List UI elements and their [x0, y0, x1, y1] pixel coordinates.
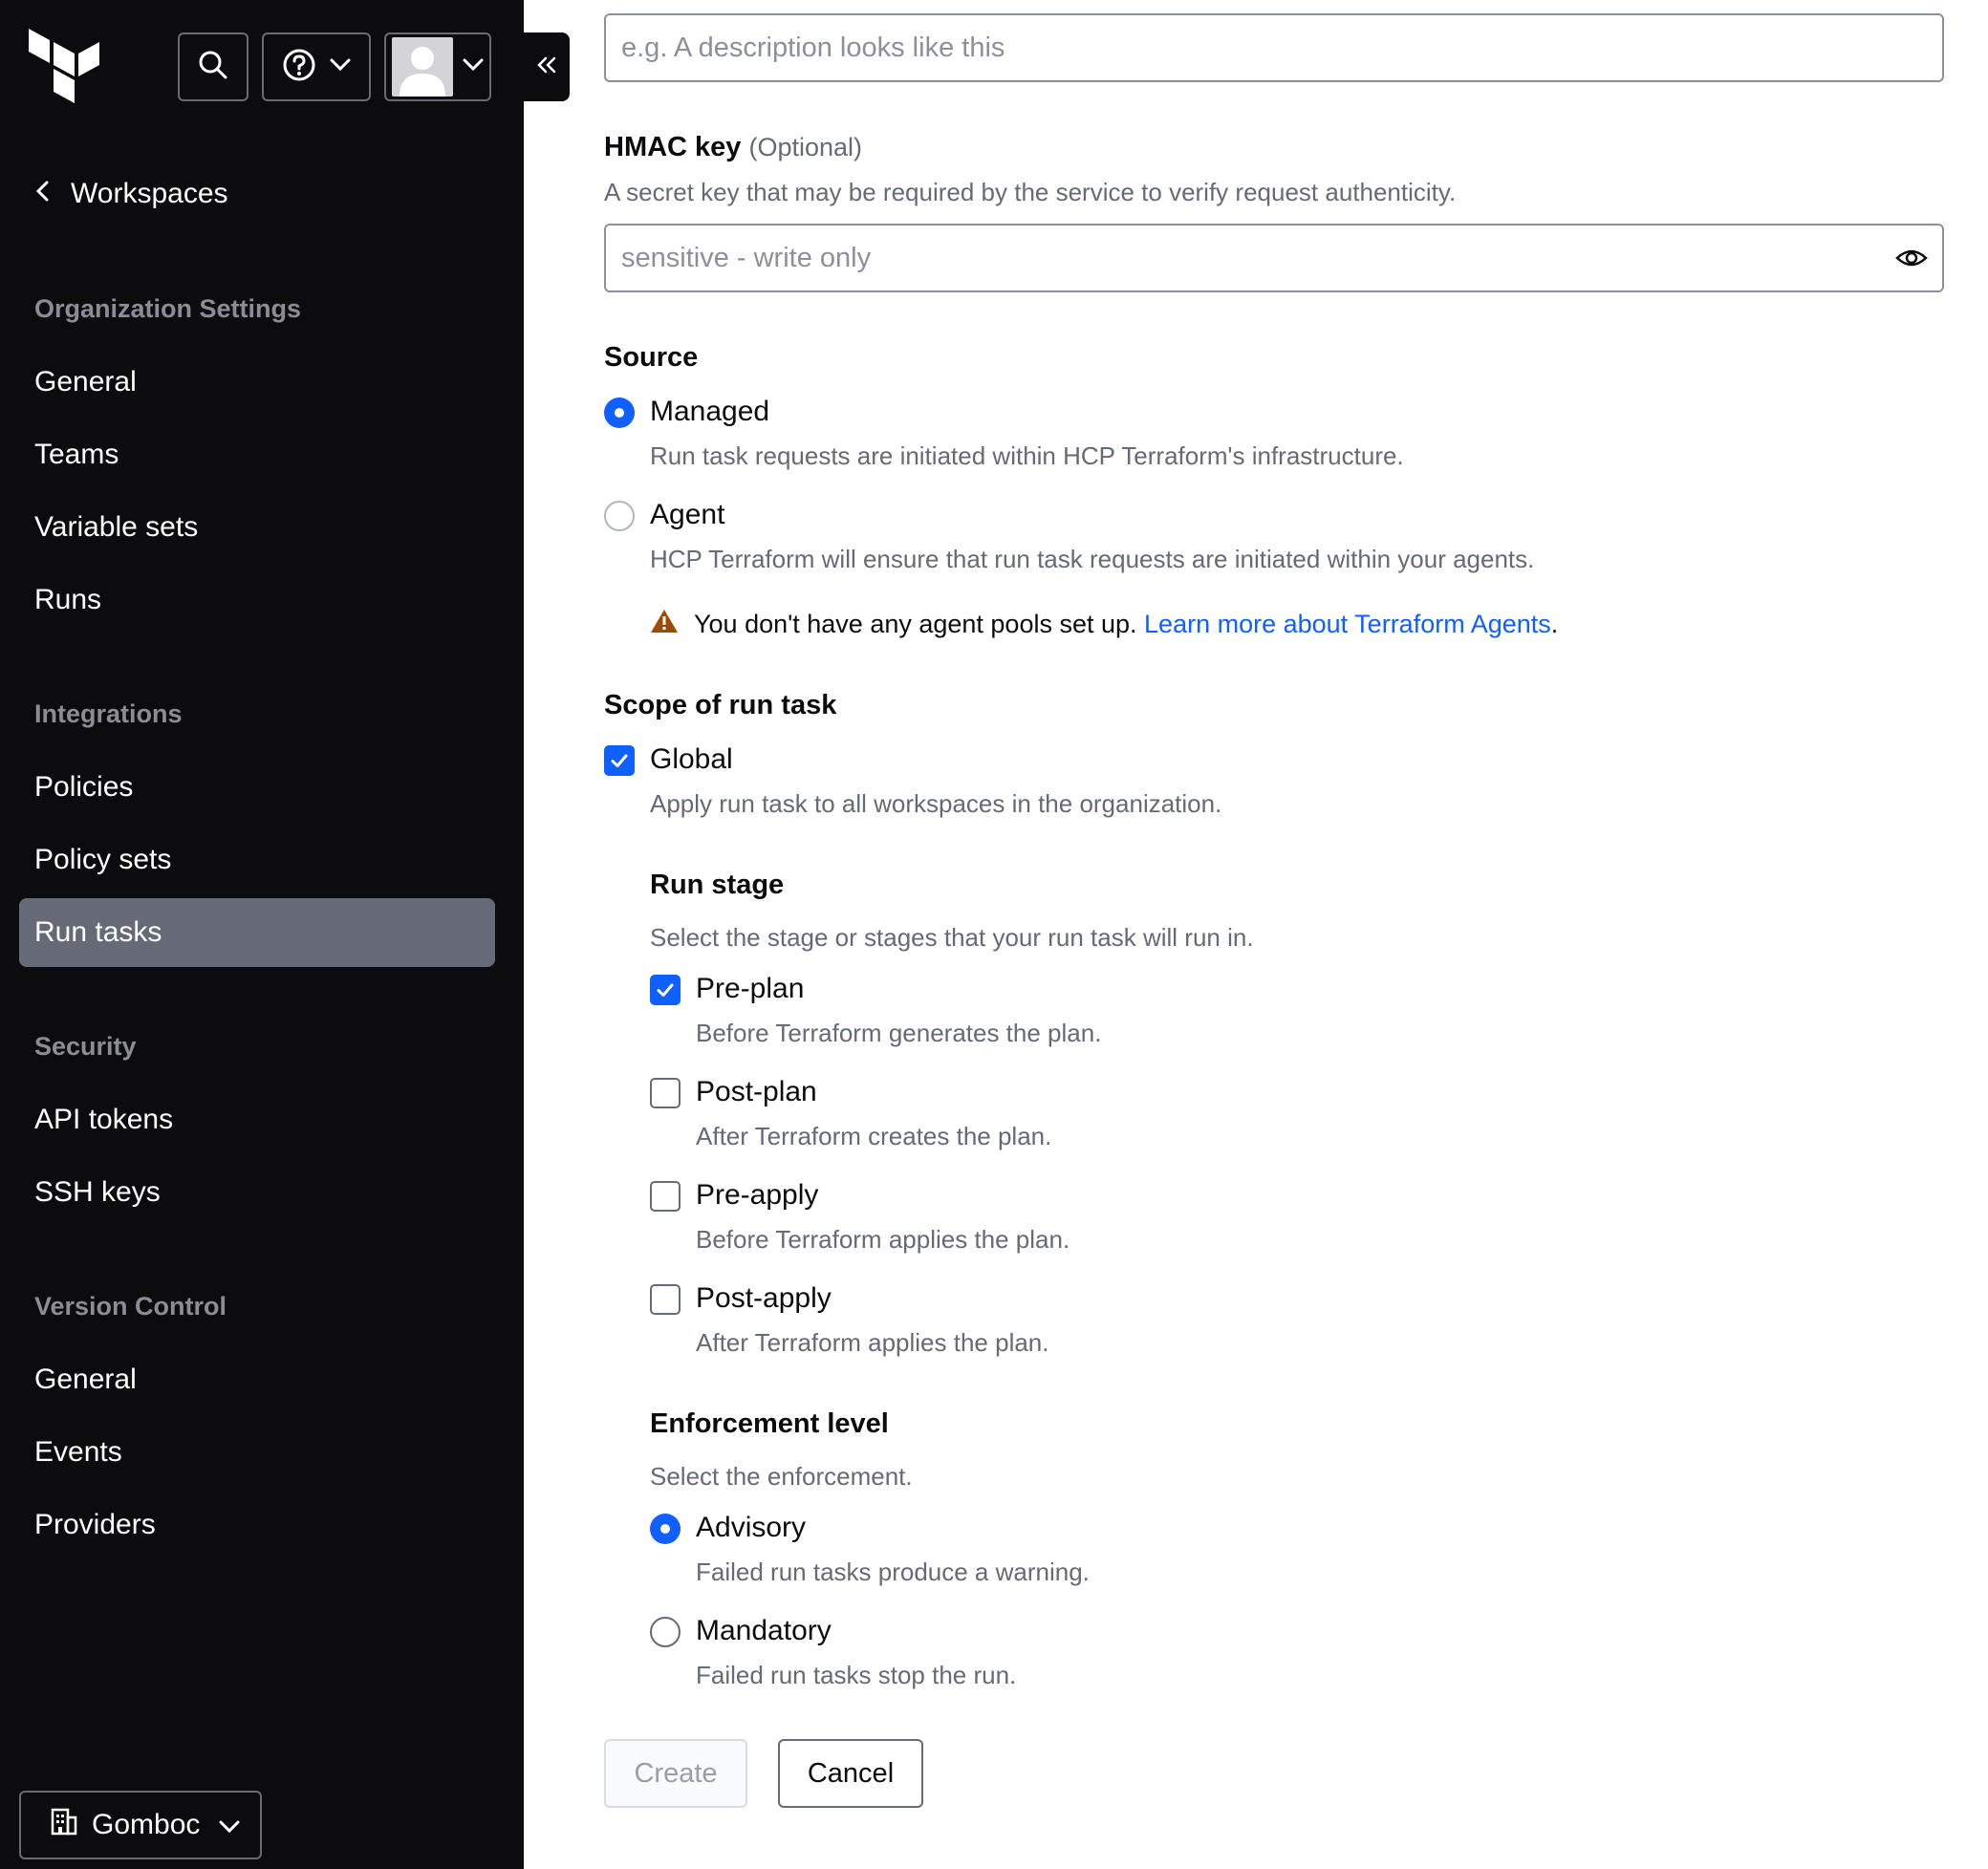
- create-button[interactable]: Create: [604, 1739, 747, 1808]
- checkmark-icon: [611, 754, 628, 767]
- back-link-label: Workspaces: [71, 178, 228, 209]
- mandatory-radio[interactable]: [650, 1617, 681, 1647]
- source-title: Source: [604, 342, 699, 373]
- terraform-logo-icon[interactable]: [29, 29, 99, 105]
- warning-text: You don't have any agent pools set up.: [694, 610, 1145, 638]
- pre-plan-checkbox[interactable]: [650, 975, 681, 1005]
- source-managed-help: Run task requests are initiated within H…: [650, 441, 1404, 470]
- run-stage-title: Run stage: [650, 870, 785, 900]
- section-title-organization: Organization Settings: [34, 294, 302, 323]
- post-plan-checkbox[interactable]: [650, 1078, 681, 1108]
- global-help: Apply run task to all workspaces in the …: [650, 789, 1222, 818]
- org-name: Gomboc: [92, 1809, 201, 1840]
- warning-end: .: [1550, 610, 1559, 638]
- avatar: [392, 37, 453, 97]
- sidebar-item-providers[interactable]: Providers: [19, 1491, 495, 1559]
- section-title-version-control: Version Control: [34, 1292, 227, 1321]
- description-input[interactable]: [604, 13, 1944, 82]
- mandatory-label[interactable]: Mandatory: [696, 1615, 832, 1647]
- back-to-workspaces-link[interactable]: Workspaces: [34, 168, 228, 220]
- run-task-form: HMAC key (Optional) A secret key that ma…: [524, 0, 1988, 1869]
- chevron-left-icon: [34, 178, 50, 210]
- sidebar-item-vc-general[interactable]: General: [19, 1345, 495, 1414]
- pre-apply-help: Before Terraform applies the plan.: [696, 1225, 1070, 1254]
- learn-more-agents-link[interactable]: Learn more about Terraform Agents: [1144, 610, 1551, 638]
- sidebar-item-teams[interactable]: Teams: [19, 420, 495, 489]
- mandatory-help: Failed run tasks stop the run.: [696, 1661, 1017, 1689]
- chevron-down-icon: [330, 58, 351, 76]
- post-apply-checkbox[interactable]: [650, 1284, 681, 1315]
- agent-pools-warning: You don't have any agent pools set up. L…: [650, 608, 1558, 641]
- warning-icon: [650, 608, 679, 641]
- section-title-integrations: Integrations: [34, 699, 183, 728]
- pre-apply-checkbox[interactable]: [650, 1181, 681, 1212]
- global-checkbox[interactable]: [604, 745, 635, 776]
- scope-title: Scope of run task: [604, 690, 837, 720]
- pre-plan-label[interactable]: Pre-plan: [696, 973, 804, 1005]
- sidebar-item-events[interactable]: Events: [19, 1418, 495, 1487]
- enforcement-help: Select the enforcement.: [650, 1462, 913, 1491]
- sidebar-item-policy-sets[interactable]: Policy sets: [19, 826, 495, 894]
- pre-plan-help: Before Terraform generates the plan.: [696, 1019, 1102, 1047]
- source-managed-label[interactable]: Managed: [650, 396, 769, 428]
- show-password-eye-icon[interactable]: [1894, 241, 1929, 275]
- post-apply-label[interactable]: Post-apply: [696, 1282, 832, 1315]
- org-switcher-button[interactable]: Gomboc: [19, 1791, 262, 1859]
- advisory-label[interactable]: Advisory: [696, 1512, 806, 1544]
- optional-tag: (Optional): [748, 133, 863, 161]
- section-title-security: Security: [34, 1032, 137, 1061]
- source-managed-radio[interactable]: [604, 397, 635, 428]
- sidebar-item-runs[interactable]: Runs: [19, 566, 495, 634]
- post-plan-help: After Terraform creates the plan.: [696, 1122, 1052, 1150]
- source-agent-help: HCP Terraform will ensure that run task …: [650, 545, 1535, 573]
- source-agent-radio[interactable]: [604, 501, 635, 531]
- building-icon: [50, 1807, 78, 1843]
- enforcement-title: Enforcement level: [650, 1408, 889, 1439]
- help-menu-button[interactable]: [262, 32, 371, 101]
- sidebar-item-ssh-keys[interactable]: SSH keys: [19, 1158, 495, 1227]
- chevron-down-icon: [463, 58, 484, 76]
- sidebar-item-api-tokens[interactable]: API tokens: [19, 1085, 495, 1154]
- sidebar: Workspaces Organization Settings General…: [0, 0, 524, 1869]
- hmac-key-input[interactable]: [604, 224, 1944, 292]
- cancel-button[interactable]: Cancel: [778, 1739, 923, 1808]
- advisory-radio[interactable]: [650, 1514, 681, 1544]
- advisory-help: Failed run tasks produce a warning.: [696, 1558, 1090, 1586]
- chevron-down-icon: [219, 1809, 240, 1841]
- search-icon: [198, 50, 228, 85]
- hmac-key-label-text: HMAC key: [604, 132, 742, 162]
- source-agent-label[interactable]: Agent: [650, 499, 724, 531]
- checkmark-icon: [657, 983, 674, 997]
- sidebar-item-policies[interactable]: Policies: [19, 753, 495, 822]
- pre-apply-label[interactable]: Pre-apply: [696, 1179, 818, 1212]
- user-menu-button[interactable]: [384, 32, 491, 101]
- post-apply-help: After Terraform applies the plan.: [696, 1328, 1049, 1357]
- help-icon: [282, 48, 316, 87]
- sidebar-item-general[interactable]: General: [19, 348, 495, 417]
- sidebar-item-run-tasks[interactable]: Run tasks: [19, 898, 495, 967]
- sidebar-item-variable-sets[interactable]: Variable sets: [19, 493, 495, 562]
- run-stage-help: Select the stage or stages that your run…: [650, 923, 1254, 952]
- global-label[interactable]: Global: [650, 743, 733, 776]
- post-plan-label[interactable]: Post-plan: [696, 1076, 817, 1108]
- hmac-key-label: HMAC key (Optional): [604, 132, 862, 163]
- hmac-key-help: A secret key that may be required by the…: [604, 178, 1457, 206]
- search-button[interactable]: [178, 32, 248, 101]
